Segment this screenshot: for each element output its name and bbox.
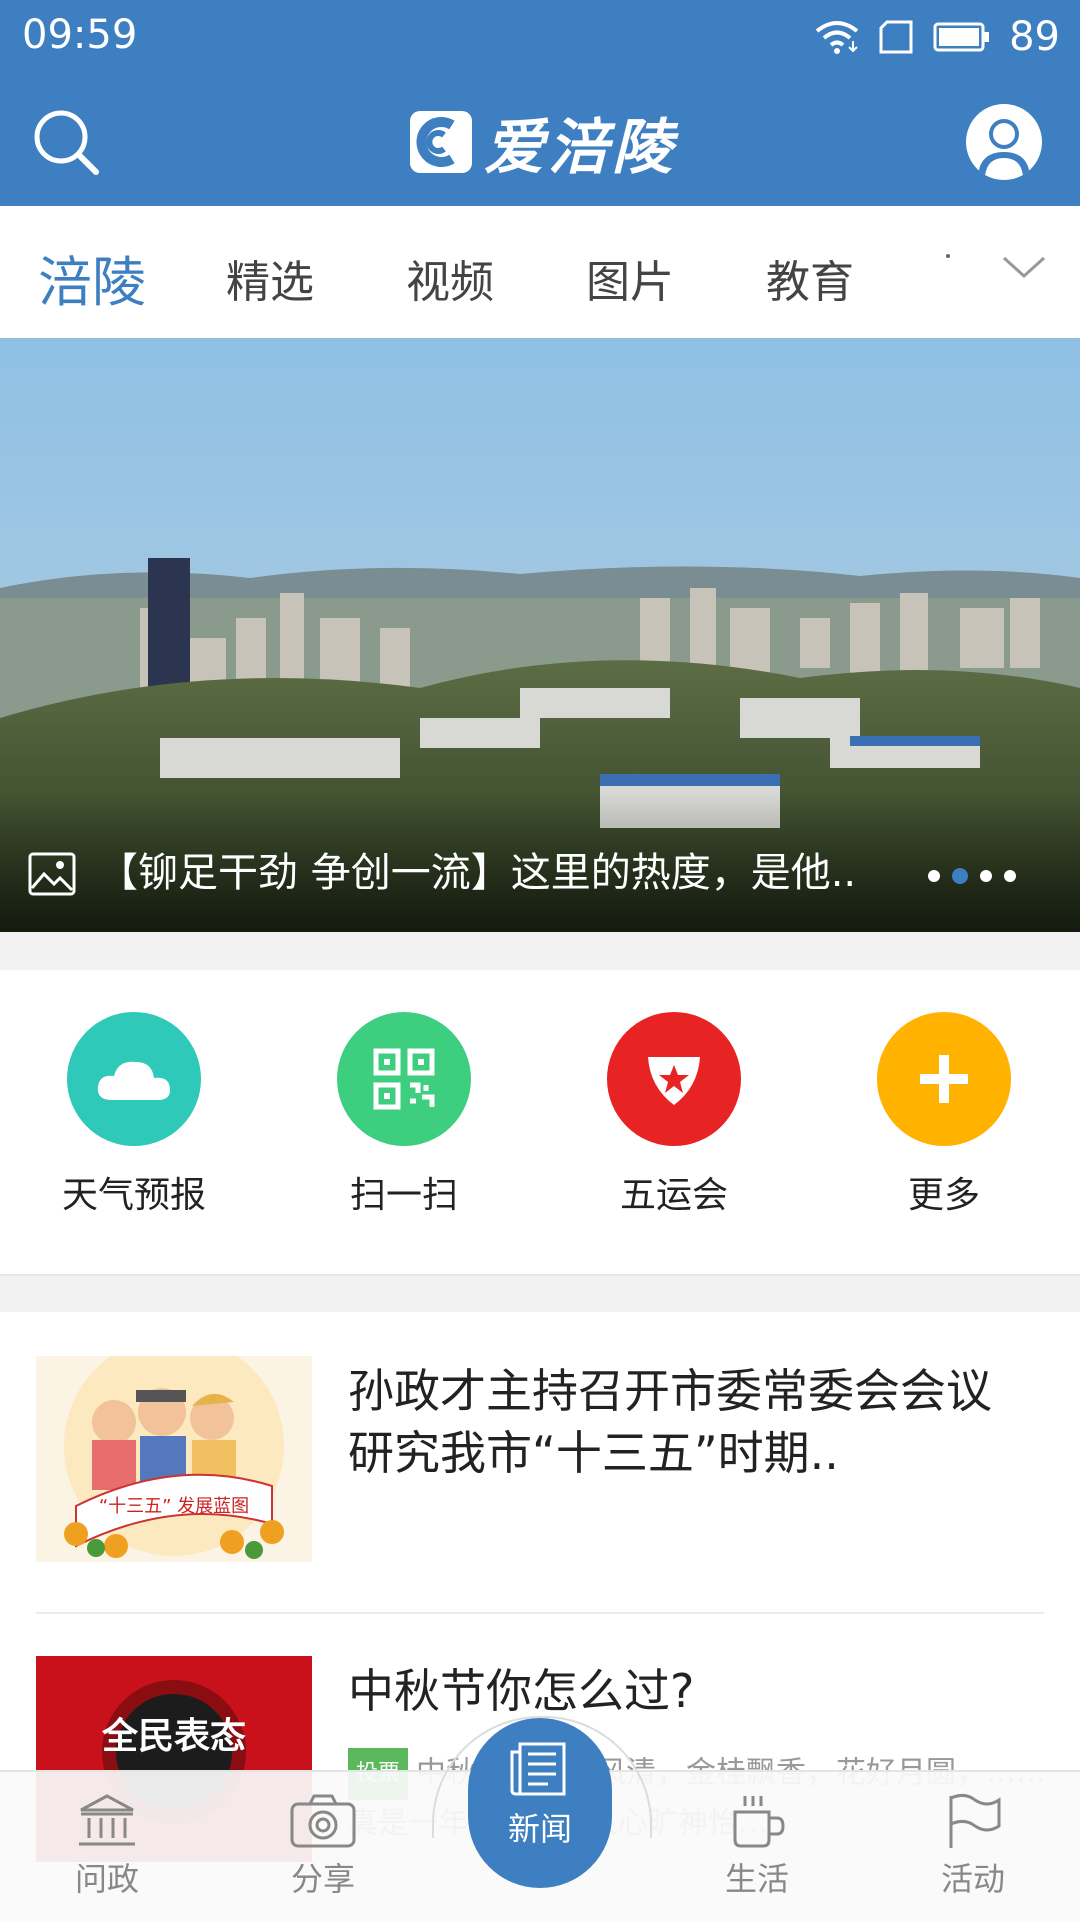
nav-label: 新闻 [507, 1810, 572, 1848]
shortcut-label: 天气预报 [61, 1175, 206, 1216]
nav-life[interactable]: 生活 [692, 1792, 822, 1900]
star-shield-icon [607, 1012, 741, 1146]
nav-wenzheng[interactable]: 问政 [42, 1792, 172, 1900]
app-name: 爱涪陵 [484, 112, 676, 183]
tab-overflow-indicator [946, 254, 950, 258]
shortcut-label: 更多 [907, 1175, 980, 1216]
news-item[interactable]: “十三五” 发展蓝图 孙政才主持召开市委常委会会议 研究我市“十三五”时期.. [36, 1356, 1044, 1576]
plus-icon [877, 1012, 1011, 1146]
government-icon [79, 1794, 135, 1846]
camera-icon [290, 1794, 356, 1848]
app-logo: 爱涪陵 [408, 104, 676, 183]
nav-label: 问政 [74, 1860, 139, 1898]
banner-title[interactable]: 【铆足干劲 争创一流】这里的热度，是他.. [98, 840, 878, 898]
nav-share[interactable]: 分享 [258, 1792, 388, 1900]
nav-label: 生活 [724, 1860, 789, 1898]
newspaper-icon [510, 1742, 566, 1796]
cloud-icon [67, 1012, 201, 1146]
status-icons: 89 [815, 12, 1060, 62]
qrcode-icon [337, 1012, 471, 1146]
image-icon [28, 852, 76, 896]
thumb-caption: “十三五” 发展蓝图 [99, 1496, 249, 1517]
tab-video[interactable]: 视频 [406, 246, 494, 310]
thumb-caption: 全民表态 [101, 1715, 246, 1757]
carousel-dot[interactable] [1004, 870, 1016, 882]
news-thumbnail: “十三五” 发展蓝图 [36, 1356, 312, 1562]
tab-jingxuan[interactable]: 精选 [226, 246, 314, 310]
flag-icon [949, 1793, 1001, 1848]
user-icon [978, 119, 1030, 176]
chevron-down-icon[interactable] [1000, 250, 1048, 284]
nav-label: 活动 [940, 1860, 1005, 1898]
cup-icon [733, 1796, 785, 1848]
wifi-icon [815, 21, 859, 54]
tab-pictures[interactable]: 图片 [586, 246, 674, 310]
shortcut-weather[interactable]: 天气预报 [34, 1012, 234, 1218]
shortcut-scan[interactable]: 扫一扫 [304, 1012, 504, 1218]
shortcut-label: 五运会 [619, 1175, 728, 1216]
carousel-dot[interactable] [980, 870, 992, 882]
logo-icon [410, 111, 472, 173]
nav-label: 分享 [290, 1860, 355, 1898]
news-title: 中秋节你怎么过? [348, 1664, 695, 1718]
shortcut-games[interactable]: 五运会 [574, 1012, 774, 1218]
divider [36, 1612, 1044, 1614]
nav-news[interactable]: 新闻 [468, 1718, 612, 1888]
carousel-dot[interactable] [928, 870, 940, 882]
tab-fuling[interactable]: 涪陵 [38, 238, 146, 317]
shortcut-more[interactable]: 更多 [844, 1012, 1044, 1218]
status-time: 09:59 [22, 12, 138, 58]
sim-icon [879, 20, 913, 54]
news-title: 孙政才主持召开市委常委会会议 研究我市“十三五”时期.. [348, 1364, 992, 1480]
app-header: 09:59 89 爱涪陵 [0, 0, 1080, 206]
shortcut-label: 扫一扫 [349, 1175, 458, 1216]
carousel-dot-active[interactable] [952, 868, 968, 884]
section-separator [0, 932, 1080, 970]
user-avatar[interactable] [966, 104, 1042, 180]
search-icon[interactable] [28, 104, 104, 180]
category-tabs: 涪陵 精选 视频 图片 教育 [0, 206, 1080, 339]
battery-level: 89 [1009, 14, 1060, 60]
battery-icon [933, 22, 990, 52]
tab-education[interactable]: 教育 [766, 246, 854, 310]
nav-activity[interactable]: 活动 [908, 1792, 1038, 1900]
carousel-dots [928, 868, 1016, 884]
section-separator [0, 1274, 1080, 1312]
